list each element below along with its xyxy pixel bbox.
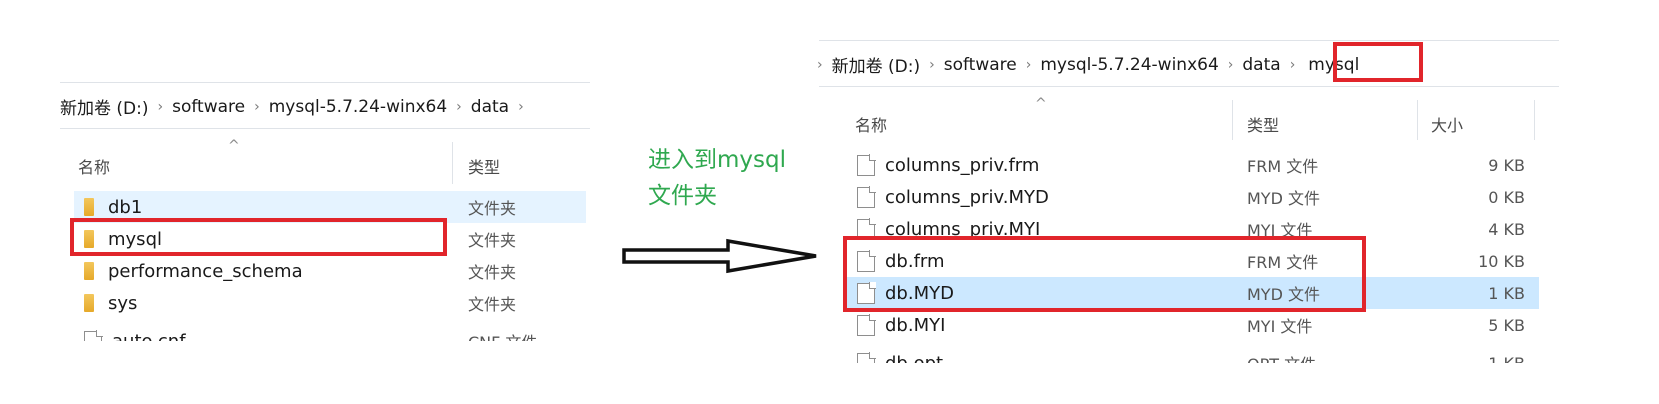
chevron-right-icon[interactable]: › (817, 57, 823, 73)
item-type: CNF 文件 (468, 329, 537, 341)
chevron-right-icon: › (157, 98, 164, 115)
left-explorer-pane: 新加卷 (D:) › software › mysql-5.7.24-winx6… (0, 0, 600, 404)
item-size: 4 KB (1488, 219, 1525, 239)
chevron-right-icon: › (456, 98, 462, 115)
chevron-right-icon: › (1025, 56, 1032, 73)
file-icon (857, 153, 876, 176)
list-item[interactable]: columns_priv.MYD MYD 文件 0 KB (857, 181, 1537, 213)
folder-icon (84, 262, 94, 280)
item-type: 文件夹 (468, 199, 517, 218)
address-bar-divider (819, 86, 1559, 87)
sort-ascending-icon: ^ (228, 138, 240, 154)
list-item[interactable]: performance_schema 文件夹 (84, 255, 584, 287)
clipped-row-viewport: db.opt OPT 文件 1 KB (857, 341, 1537, 363)
item-size: 5 KB (1488, 315, 1525, 335)
column-header-name[interactable]: 名称 (855, 112, 887, 136)
breadcrumb-item-drive[interactable]: 新加卷 (D:) (60, 94, 149, 119)
item-type: 文件夹 (468, 231, 517, 250)
highlight-box-mysql-breadcrumb (1333, 42, 1423, 82)
clipped-row-viewport: auto.cnf CNF 文件 (84, 319, 584, 341)
file-icon (84, 329, 103, 341)
breadcrumb-item-drive[interactable]: 新加卷 (D:) (832, 52, 921, 77)
left-breadcrumb: 新加卷 (D:) › software › mysql-5.7.24-winx6… (60, 94, 533, 120)
folder-icon (84, 198, 94, 216)
breadcrumb-item-software[interactable]: software (172, 97, 245, 117)
item-size: 9 KB (1488, 155, 1525, 175)
column-divider[interactable] (1232, 100, 1233, 140)
item-type: MYD 文件 (1247, 189, 1320, 208)
sort-ascending-icon: ^ (1035, 96, 1047, 112)
list-item[interactable]: db.MYI MYI 文件 5 KB (857, 309, 1537, 341)
item-name: columns_priv.frm (885, 154, 1040, 176)
list-item[interactable]: sys 文件夹 (84, 287, 584, 319)
caption-line-2: 文件夹 (648, 183, 717, 209)
caption-line-1: 进入到mysql (648, 147, 786, 173)
column-divider[interactable] (452, 142, 453, 184)
item-size: 1 KB (1488, 353, 1525, 364)
item-name: columns_priv.MYD (885, 186, 1049, 208)
item-type: FRM 文件 (1247, 157, 1319, 176)
chevron-right-icon: › (1227, 56, 1234, 73)
item-size: 10 KB (1478, 251, 1525, 271)
chevron-right-icon: › (254, 98, 260, 115)
list-item[interactable]: columns_priv.frm FRM 文件 9 KB (857, 149, 1537, 181)
list-item[interactable]: db.opt OPT 文件 1 KB (857, 347, 1537, 363)
column-header-type[interactable]: 类型 (1247, 112, 1279, 136)
item-name: performance_schema (108, 260, 303, 282)
list-item[interactable]: auto.cnf CNF 文件 (84, 325, 584, 341)
item-type: 文件夹 (468, 295, 517, 314)
highlight-box-mysql-folder (70, 218, 447, 256)
chevron-right-icon[interactable]: › (518, 99, 524, 115)
chevron-right-icon: › (1289, 56, 1296, 73)
file-icon (857, 185, 876, 208)
breadcrumb-item-mysql-install[interactable]: mysql-5.7.24-winx64 (1040, 55, 1218, 75)
item-name: db.opt (885, 352, 944, 364)
chevron-right-icon: › (929, 56, 935, 73)
file-icon (857, 313, 876, 336)
caption-text: 进入到mysql 文件夹 (648, 142, 786, 214)
column-header-name[interactable]: 名称 (78, 154, 110, 178)
column-header-type[interactable]: 类型 (468, 154, 500, 178)
column-divider[interactable] (1534, 100, 1535, 140)
right-breadcrumb: › 新加卷 (D:) › software › mysql-5.7.24-win… (817, 52, 1363, 78)
column-header-size[interactable]: 大小 (1431, 112, 1463, 136)
address-bar-divider (60, 82, 590, 83)
column-divider[interactable] (1417, 100, 1418, 140)
breadcrumb-item-software[interactable]: software (944, 55, 1017, 75)
item-size: 0 KB (1488, 187, 1525, 207)
item-name: db1 (108, 196, 143, 218)
item-type: OPT 文件 (1247, 351, 1316, 363)
folder-icon (84, 294, 94, 312)
item-size: 1 KB (1488, 283, 1525, 303)
file-icon (857, 351, 876, 363)
address-bar-divider (819, 40, 1559, 41)
item-name: db.MYI (885, 314, 946, 336)
breadcrumb-item-data[interactable]: data (471, 97, 509, 117)
highlight-box-db-files (843, 236, 1366, 312)
arrow-right-icon (622, 238, 817, 274)
item-type: 文件夹 (468, 263, 517, 282)
item-name: auto.cnf (112, 330, 186, 342)
item-name: sys (108, 292, 138, 314)
breadcrumb-item-data[interactable]: data (1242, 55, 1280, 75)
breadcrumb-item-mysql-install[interactable]: mysql-5.7.24-winx64 (269, 97, 447, 117)
right-explorer-pane: › 新加卷 (D:) › software › mysql-5.7.24-win… (815, 0, 1659, 404)
item-type: MYI 文件 (1247, 317, 1313, 336)
address-bar-divider (60, 128, 590, 129)
